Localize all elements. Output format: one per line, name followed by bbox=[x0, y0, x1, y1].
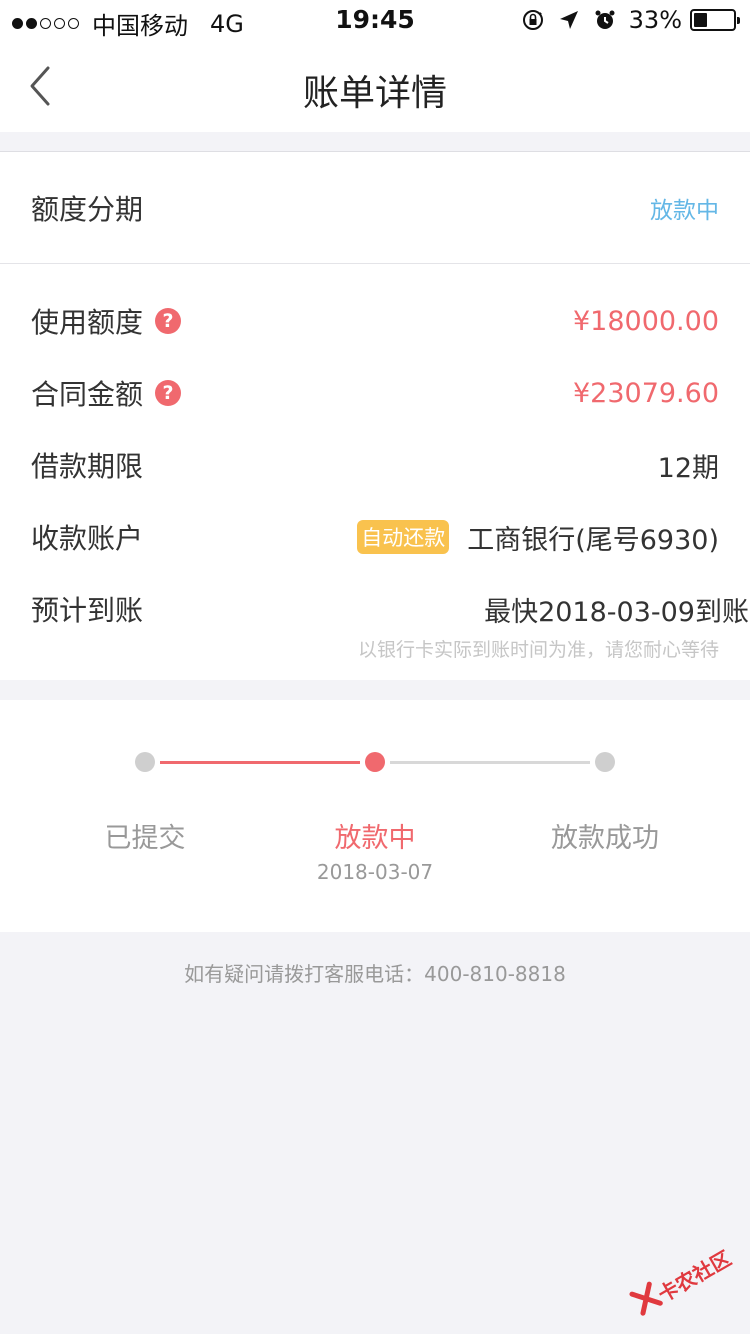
used-quota-left: 使用额度 ? bbox=[31, 301, 182, 341]
eta-value: 最快2018-03-09到账 bbox=[484, 596, 749, 628]
progress-track-done bbox=[160, 761, 360, 764]
section-gap bbox=[0, 132, 750, 152]
account-label: 收款账户 bbox=[31, 522, 144, 555]
step-label-success: 放款成功 bbox=[551, 823, 659, 854]
loan-term-row: 借款期限 12期 bbox=[0, 429, 750, 501]
account-value: 工商银行(尾号6930) bbox=[467, 524, 719, 556]
status-bar: 中国移动 4G 19:45 33% bbox=[0, 0, 750, 40]
alarm-icon bbox=[595, 10, 615, 29]
battery-percent: 33% bbox=[628, 6, 682, 34]
contract-amount-row: 合同金额 ? ¥23079.60 bbox=[0, 357, 750, 429]
battery-fill bbox=[694, 13, 707, 27]
eta-note: 以银行卡实际到账时间为准，请您耐心等待 bbox=[357, 639, 719, 661]
loan-term-label: 借款期限 bbox=[31, 450, 144, 483]
bill-type-label: 额度分期 bbox=[31, 192, 144, 226]
help-icon[interactable]: ? bbox=[155, 380, 182, 406]
account-right: 自动还款 工商银行(尾号6930) bbox=[357, 518, 719, 557]
step-dot-disbursing bbox=[365, 752, 385, 772]
section-gap bbox=[0, 680, 750, 700]
step-date-disbursing: 2018-03-07 bbox=[316, 860, 434, 884]
watermark-logo: 卡农社区 bbox=[622, 1229, 747, 1334]
progress-track-todo bbox=[390, 761, 590, 764]
status-right: 33% bbox=[509, 6, 740, 34]
help-icon[interactable]: ? bbox=[155, 308, 182, 334]
bill-details: 使用额度 ? ¥18000.00 合同金额 ? ¥23079.60 借款期限 1… bbox=[0, 264, 750, 680]
status-badge: 放款中 bbox=[650, 197, 719, 224]
loan-term-value: 12期 bbox=[657, 452, 719, 484]
used-quota-row: 使用额度 ? ¥18000.00 bbox=[0, 285, 750, 357]
page-title: 账单详情 bbox=[302, 73, 447, 114]
battery-icon bbox=[690, 9, 740, 31]
bill-type-row: 额度分期 放款中 bbox=[0, 152, 750, 264]
header: 中国移动 4G 19:45 33% 账单详情 bbox=[0, 0, 750, 132]
contract-amount-value: ¥23079.60 bbox=[572, 377, 719, 409]
step-label-submitted: 已提交 bbox=[104, 823, 186, 854]
eta-label: 预计到账 bbox=[31, 594, 144, 627]
contract-amount-left: 合同金额 ? bbox=[31, 373, 182, 413]
hotline-text[interactable]: 如有疑问请拨打客服电话：400-810-8818 bbox=[0, 958, 750, 987]
step-dot-success bbox=[595, 752, 615, 772]
used-quota-label: 使用额度 bbox=[31, 306, 144, 339]
auto-repay-badge: 自动还款 bbox=[357, 520, 450, 554]
progress-card: 已提交 放款中 放款成功 2018-03-07 bbox=[0, 700, 750, 932]
step-dot-submitted bbox=[135, 752, 155, 772]
eta-note-row: 以银行卡实际到账时间为准，请您耐心等待 bbox=[0, 635, 750, 662]
account-row: 收款账户 自动还款 工商银行(尾号6930) bbox=[0, 501, 750, 573]
nav-bar: 账单详情 bbox=[0, 40, 750, 132]
orientation-lock-icon bbox=[522, 10, 543, 30]
step-label-disbursing: 放款中 bbox=[334, 823, 416, 854]
used-quota-value: ¥18000.00 bbox=[572, 305, 719, 337]
location-arrow-icon bbox=[559, 11, 578, 29]
contract-amount-label: 合同金额 bbox=[31, 378, 144, 411]
bill-card: 额度分期 放款中 使用额度 ? ¥18000.00 合同金额 ? ¥23079.… bbox=[0, 152, 750, 680]
watermark-text: 卡农社区 bbox=[653, 1246, 736, 1307]
